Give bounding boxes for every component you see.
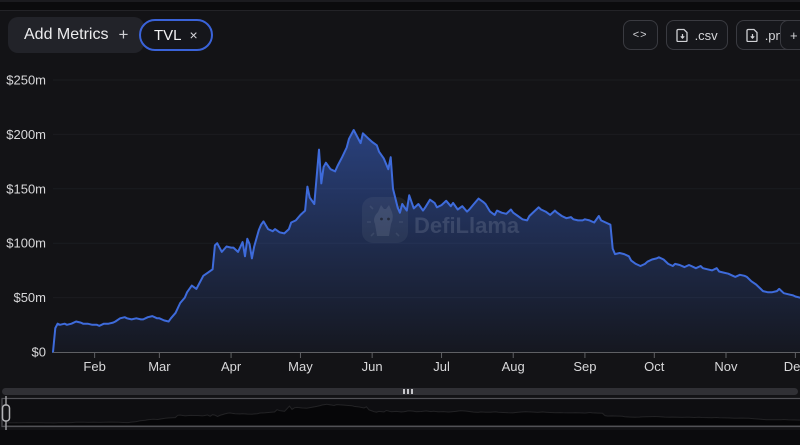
x-axis-label: May	[288, 359, 313, 374]
brush-left-handle-grip[interactable]	[1, 404, 11, 422]
y-axis-label: $100m	[6, 236, 46, 251]
x-axis-label: Feb	[83, 359, 105, 374]
y-axis-label: $150m	[6, 181, 46, 196]
plus-icon: +	[118, 25, 129, 44]
x-axis-label: Jul	[433, 359, 450, 374]
x-axis-label: Jun	[362, 359, 383, 374]
x-axis-label: Apr	[221, 359, 242, 374]
metric-pill-label: TVL	[154, 26, 182, 44]
y-axis-label: $0	[32, 345, 46, 360]
x-axis-label: Oct	[644, 359, 665, 374]
export-button-group: <> .csv .png	[622, 20, 800, 50]
x-axis-label: Aug	[502, 359, 525, 374]
csv-label: .csv	[694, 27, 718, 43]
download-csv-button[interactable]: .csv	[665, 20, 728, 50]
timeline-brush-navigator[interactable]	[0, 396, 800, 430]
add-metrics-button[interactable]: Add Metrics +	[8, 17, 145, 53]
close-icon[interactable]: ×	[190, 28, 198, 42]
y-axis-label: $50m	[13, 290, 46, 305]
defillama-watermark: DefiLlama	[362, 197, 520, 243]
y-axis-label: $250m	[6, 73, 46, 88]
chart-horizontal-scrollbar[interactable]	[2, 388, 798, 395]
scrollbar-grip-icon[interactable]	[403, 389, 413, 394]
metric-pill-tvl[interactable]: TVL ×	[139, 19, 213, 51]
bottom-spacer	[0, 430, 800, 445]
add-metrics-label: Add Metrics	[24, 26, 109, 43]
watermark-text: DefiLlama	[414, 213, 520, 238]
file-export-icon	[675, 28, 688, 42]
tvl-area-chart[interactable]: DefiLlama Feb Mar Apr May Jun Jul Aug Sep Oct Nov D…	[0, 0, 800, 386]
y-axis-label: $200m	[6, 127, 46, 142]
chart-toolbar: Add Metrics + TVL × <> .csv .png +	[0, 14, 800, 54]
more-options-button[interactable]: +	[780, 20, 800, 50]
x-axis-label: Mar	[148, 359, 171, 374]
x-axis-label: Nov	[714, 359, 738, 374]
x-axis-label: Sep	[573, 359, 596, 374]
code-icon: <>	[632, 29, 648, 41]
file-export-icon	[746, 28, 758, 42]
x-axis-label: Dec	[784, 359, 800, 374]
plus-icon: +	[790, 27, 798, 43]
embed-code-button[interactable]: <>	[622, 20, 658, 50]
tvl-area-fill	[53, 130, 800, 352]
